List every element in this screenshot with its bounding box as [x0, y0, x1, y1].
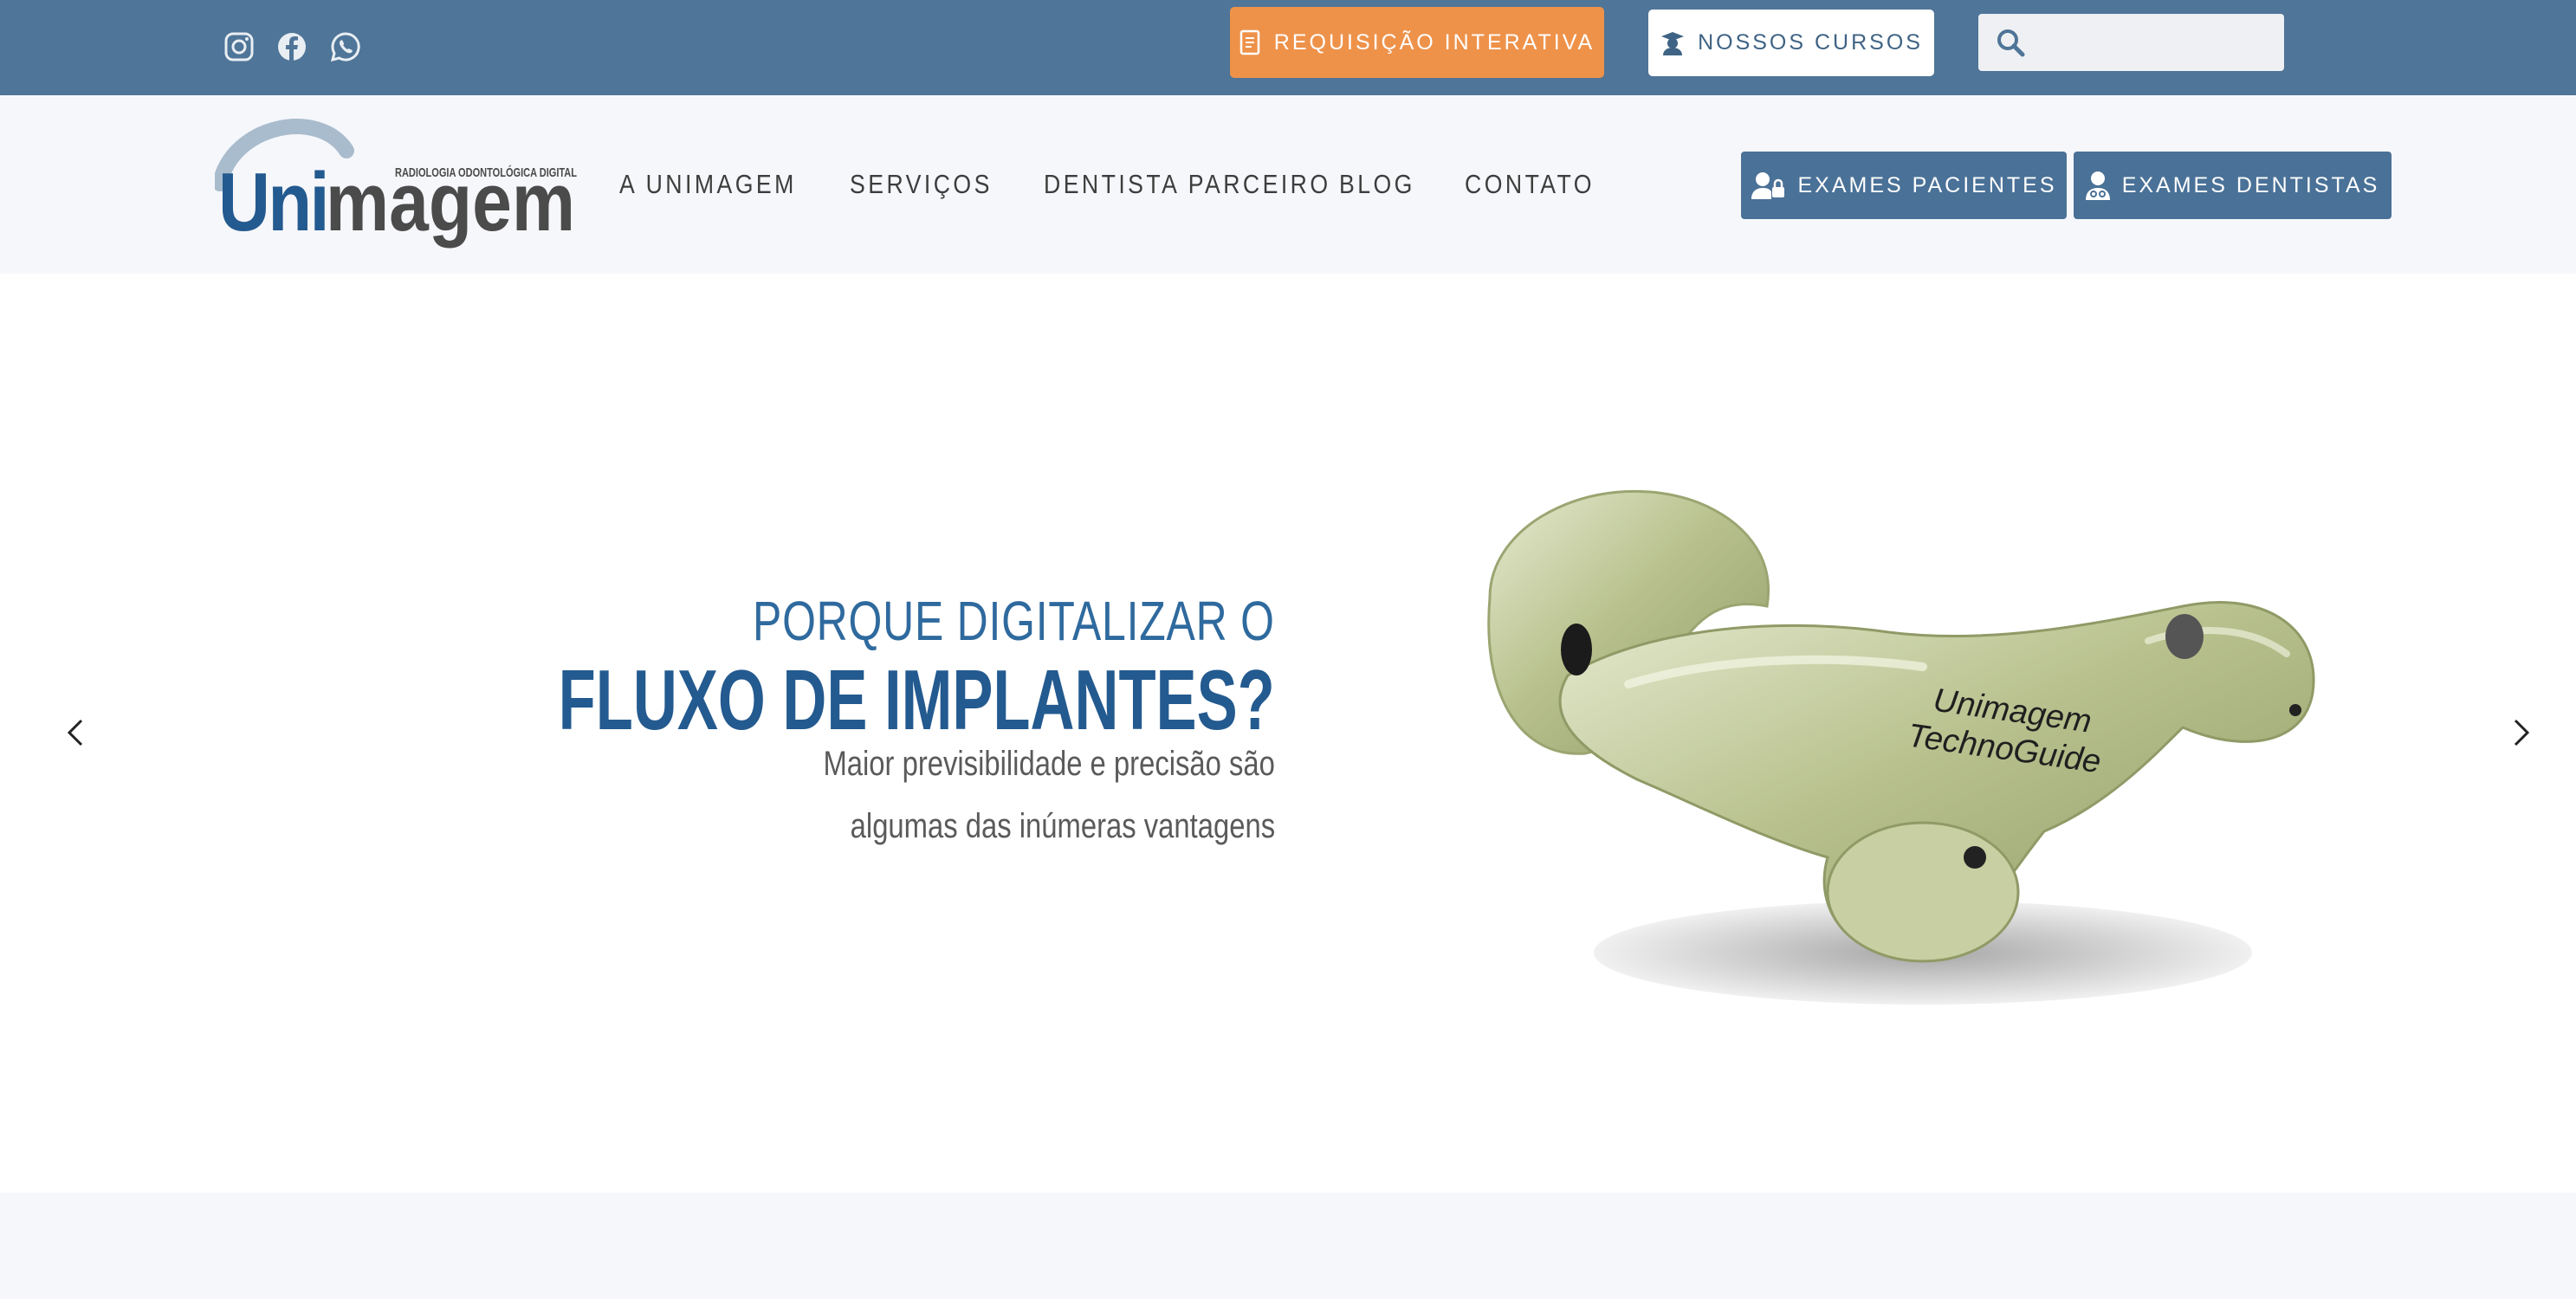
nossos-cursos-label: NOSSOS CURSOS [1698, 30, 1923, 55]
requisicao-label: REQUISIÇÃO INTERATIVA [1273, 29, 1595, 55]
instagram-icon[interactable] [222, 29, 256, 64]
unimagem-logo[interactable]: RADIOLOGIA ODONTOLÓGICA DIGITAL Uni mage… [215, 116, 579, 251]
hero-title-small: PORQUE DIGITALIZAR O [753, 590, 1275, 652]
graduate-icon [1661, 31, 1685, 55]
hero-title-big: FLUXO DE IMPLANTES? [558, 652, 1275, 747]
nav-contato[interactable]: CONTATO [1465, 163, 1595, 206]
chevron-left-icon[interactable] [61, 717, 92, 748]
requisicao-interativa-button[interactable]: REQUISIÇÃO INTERATIVA [1230, 7, 1604, 78]
document-icon [1239, 29, 1260, 55]
logo-magem: magem [326, 156, 575, 249]
exames-pacientes-label: EXAMES PACIENTES [1797, 172, 2057, 197]
exames-dentistas-button[interactable]: EXAMES DENTISTAS [2074, 152, 2392, 219]
exames-dentistas-label: EXAMES DENTISTAS [2121, 172, 2380, 197]
nossos-cursos-button[interactable]: NOSSOS CURSOS [1648, 10, 1934, 76]
user-lock-icon [1751, 172, 1784, 199]
logo-uni: Uni [218, 156, 327, 249]
user-doctor-icon [2085, 171, 2110, 200]
search-icon[interactable] [1995, 27, 2026, 58]
nav-dentista-parceiro[interactable]: DENTISTA PARCEIRO [1044, 163, 1331, 206]
exames-pacientes-button[interactable]: EXAMES PACIENTES [1741, 152, 2067, 219]
nav-blog[interactable]: BLOG [1339, 163, 1415, 206]
whatsapp-icon[interactable] [328, 29, 363, 64]
nav-servicos[interactable]: SERVIÇOS [850, 163, 993, 206]
hero-subtitle-line1: Maior previsibilidade e precisão são [823, 745, 1275, 783]
chevron-right-icon[interactable] [2505, 717, 2536, 748]
surgical-guide-image: Unimagem TechnoGuide [1487, 489, 2315, 1005]
nav-a-unimagem[interactable]: A UNIMAGEM [619, 163, 797, 206]
facebook-icon[interactable] [275, 29, 309, 64]
hero-subtitle-line2: algumas das inúmeras vantagens [850, 807, 1275, 845]
next-section-band [0, 1192, 2576, 1299]
search-input[interactable] [2037, 19, 2275, 68]
